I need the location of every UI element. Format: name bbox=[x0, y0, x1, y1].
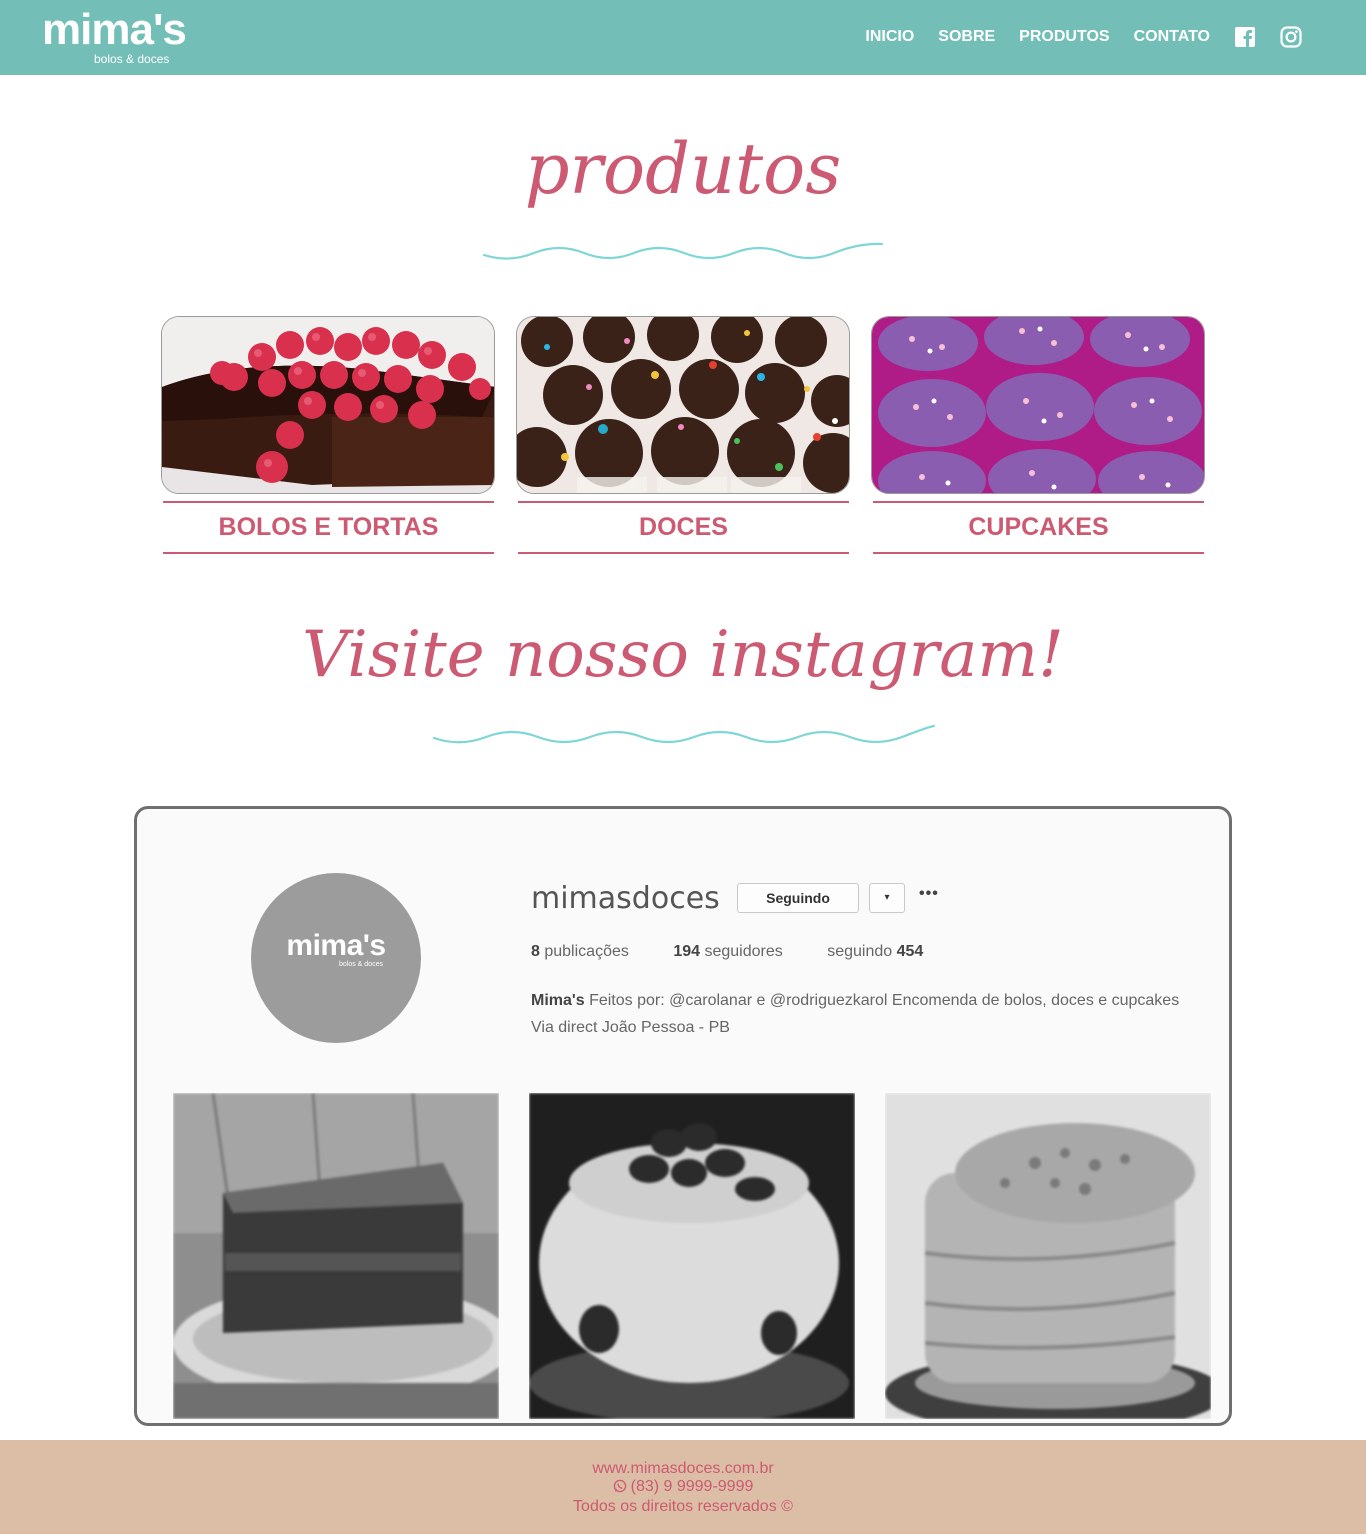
main-nav: INICIO SOBRE PRODUTOS CONTATO bbox=[841, 22, 1302, 52]
site-logo[interactable]: mima's bolos & doces bbox=[42, 5, 187, 67]
instagram-title-wave-divider bbox=[432, 724, 936, 744]
followers-count: 194 bbox=[673, 943, 701, 960]
products-title-wave-divider bbox=[482, 242, 884, 260]
instagram-icon[interactable] bbox=[1280, 26, 1302, 48]
product-card-bolos[interactable]: BOLOS E TORTAS bbox=[161, 316, 495, 554]
posts-count: 8 bbox=[531, 943, 540, 960]
whatsapp-icon bbox=[613, 1479, 627, 1498]
bio-name: Mima's bbox=[531, 992, 585, 1009]
avatar-wordmark: mima's bbox=[286, 929, 386, 962]
following-stat[interactable]: seguindo 454 bbox=[827, 943, 923, 961]
posts-stat: 8 publicações bbox=[531, 943, 629, 961]
nav-inicio[interactable]: INICIO bbox=[865, 22, 914, 52]
instagram-bio: Mima's Feitos por: @carolanar e @rodrigu… bbox=[531, 987, 1191, 1041]
product-card-doces[interactable]: DOCES bbox=[516, 316, 850, 554]
instagram-avatar: mima's bolos & doces bbox=[251, 873, 421, 1043]
bio-text: Feitos por: @carolanar e @rodriguezkarol… bbox=[531, 992, 1180, 1036]
followers-stat[interactable]: 194 seguidores bbox=[673, 943, 782, 961]
following-count: 454 bbox=[896, 943, 924, 960]
footer-website-link[interactable]: www.mimasdoces.com.br bbox=[0, 1460, 1366, 1478]
site-footer: www.mimasdoces.com.br (83) 9 9999-9999 T… bbox=[0, 1440, 1366, 1534]
instagram-username: mimasdoces bbox=[531, 881, 720, 916]
product-image-cupcakes[interactable] bbox=[871, 316, 1205, 494]
footer-phone[interactable]: (83) 9 9999-9999 bbox=[0, 1478, 1366, 1498]
instagram-post-3[interactable] bbox=[885, 1093, 1211, 1419]
instagram-title: Visite nosso instagram! bbox=[302, 618, 1064, 692]
footer-copyright: Todos os direitos reservados © bbox=[573, 1498, 793, 1515]
nav-contato[interactable]: CONTATO bbox=[1134, 22, 1210, 52]
posts-label: publicações bbox=[544, 943, 629, 960]
chevron-down-icon[interactable]: ▾ bbox=[869, 883, 905, 913]
product-label-doces[interactable]: DOCES bbox=[518, 501, 849, 554]
more-options-icon[interactable]: ••• bbox=[919, 885, 939, 903]
following-label: seguindo bbox=[827, 943, 893, 960]
footer-phone-number: (83) 9 9999-9999 bbox=[630, 1478, 754, 1495]
logo-wordmark: mima's bbox=[42, 5, 187, 54]
instagram-post-1[interactable] bbox=[173, 1093, 499, 1419]
product-image-brigadeiros[interactable] bbox=[516, 316, 850, 494]
site-header: mima's bolos & doces INICIO SOBRE PRODUT… bbox=[0, 0, 1366, 75]
nav-produtos[interactable]: PRODUTOS bbox=[1019, 22, 1109, 52]
logo-tagline: bolos & doces bbox=[94, 52, 170, 66]
instagram-stats: 8 publicações 194 seguidores seguindo 45… bbox=[531, 943, 963, 961]
product-label-bolos[interactable]: BOLOS E TORTAS bbox=[163, 501, 494, 554]
product-label-cupcakes[interactable]: CUPCAKES bbox=[873, 501, 1204, 554]
facebook-icon[interactable] bbox=[1234, 26, 1256, 48]
followers-label: seguidores bbox=[704, 943, 783, 960]
products-title: produtos bbox=[524, 128, 842, 210]
instagram-post-2[interactable] bbox=[529, 1093, 855, 1419]
following-button[interactable]: Seguindo bbox=[737, 883, 859, 913]
instagram-profile-preview[interactable]: mima's bolos & doces mimasdoces Seguindo… bbox=[134, 806, 1232, 1426]
product-card-cupcakes[interactable]: CUPCAKES bbox=[871, 316, 1205, 554]
nav-sobre[interactable]: SOBRE bbox=[938, 22, 995, 52]
product-image-cake[interactable] bbox=[161, 316, 495, 494]
